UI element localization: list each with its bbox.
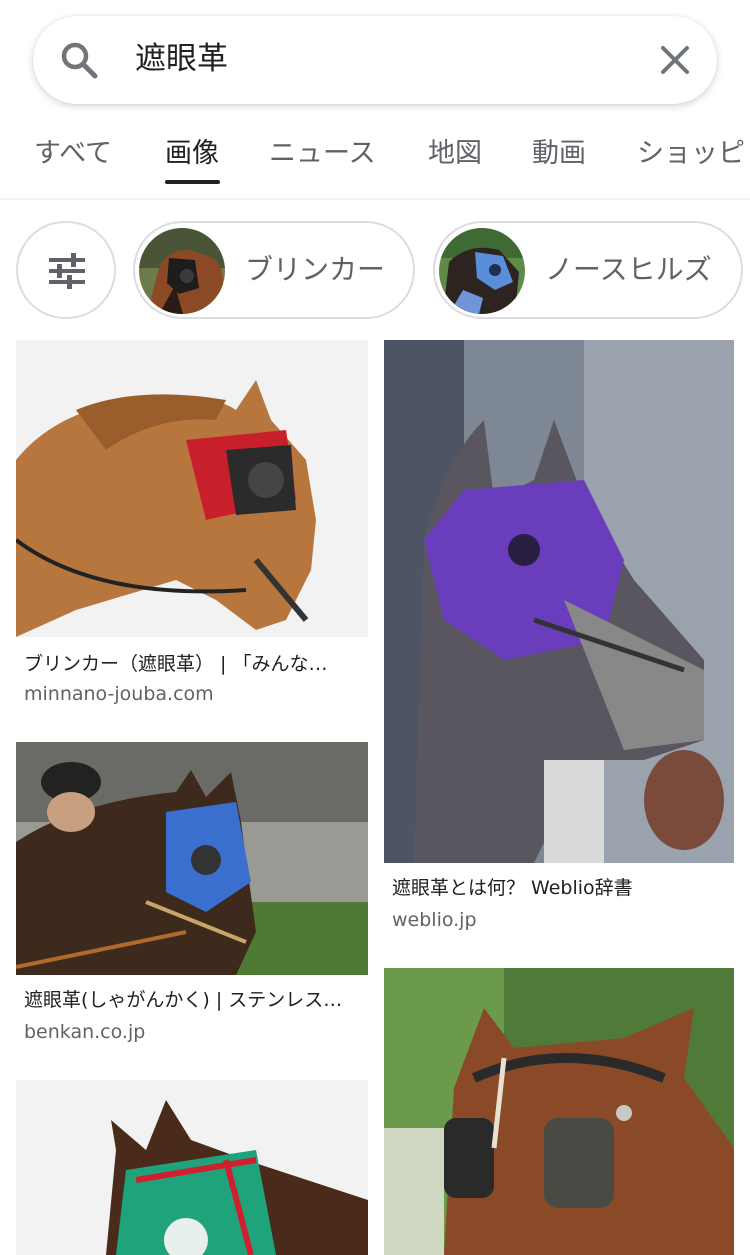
- result-source: weblio.jp: [392, 909, 477, 931]
- result-source: benkan.co.jp: [24, 1021, 146, 1043]
- result-title[interactable]: 遮眼革とは何？ Weblio辞書: [392, 874, 732, 902]
- tab-all[interactable]: すべて: [34, 130, 112, 178]
- chip-label: ブリンカー: [245, 253, 386, 286]
- search-input[interactable]: 遮眼革: [135, 36, 228, 82]
- result-title[interactable]: 遮眼革(しゃがんかく) | ステンレス…: [24, 986, 364, 1014]
- divider: [0, 198, 750, 200]
- search-bar[interactable]: 遮眼革: [33, 16, 717, 104]
- result-image[interactable]: [16, 1080, 368, 1255]
- result-image[interactable]: [384, 968, 734, 1255]
- tune-icon: [49, 253, 85, 289]
- result-image[interactable]: [384, 340, 734, 863]
- chip-label: ノースヒルズ: [545, 253, 712, 286]
- chip-thumbnail: [439, 228, 525, 314]
- result-title[interactable]: ブリンカー（遮眼革） | 「みんな…: [24, 650, 364, 678]
- chip-blinker[interactable]: ブリンカー: [133, 221, 415, 319]
- tab-news[interactable]: ニュース: [269, 130, 376, 178]
- result-image[interactable]: [16, 340, 368, 637]
- tab-videos[interactable]: 動画: [532, 130, 586, 178]
- chip-thumbnail: [139, 228, 225, 314]
- search-icon[interactable]: [59, 40, 99, 80]
- image-result[interactable]: 遮眼革(しゃがんかく) | ステンレス… benkan.co.jp: [16, 742, 368, 1052]
- image-result[interactable]: [384, 968, 734, 1255]
- chip-north-hills[interactable]: ノースヒルズ: [433, 221, 743, 319]
- image-result[interactable]: 遮眼革とは何？ Weblio辞書 weblio.jp: [384, 340, 734, 940]
- close-icon[interactable]: [655, 40, 695, 80]
- image-result[interactable]: ブリンカー（遮眼革） | 「みんな… minnano-jouba.com: [16, 340, 368, 710]
- tab-shopping[interactable]: ショッピ: [637, 130, 745, 178]
- tab-bar: すべて 画像 ニュース 地図 動画 ショッピ: [0, 130, 750, 190]
- tab-images[interactable]: 画像: [165, 130, 219, 178]
- result-source: minnano-jouba.com: [24, 683, 214, 705]
- tab-maps[interactable]: 地図: [428, 130, 482, 178]
- filter-button[interactable]: [16, 221, 116, 319]
- image-result[interactable]: [16, 1080, 368, 1255]
- active-tab-indicator: [165, 180, 220, 184]
- result-image[interactable]: [16, 742, 368, 975]
